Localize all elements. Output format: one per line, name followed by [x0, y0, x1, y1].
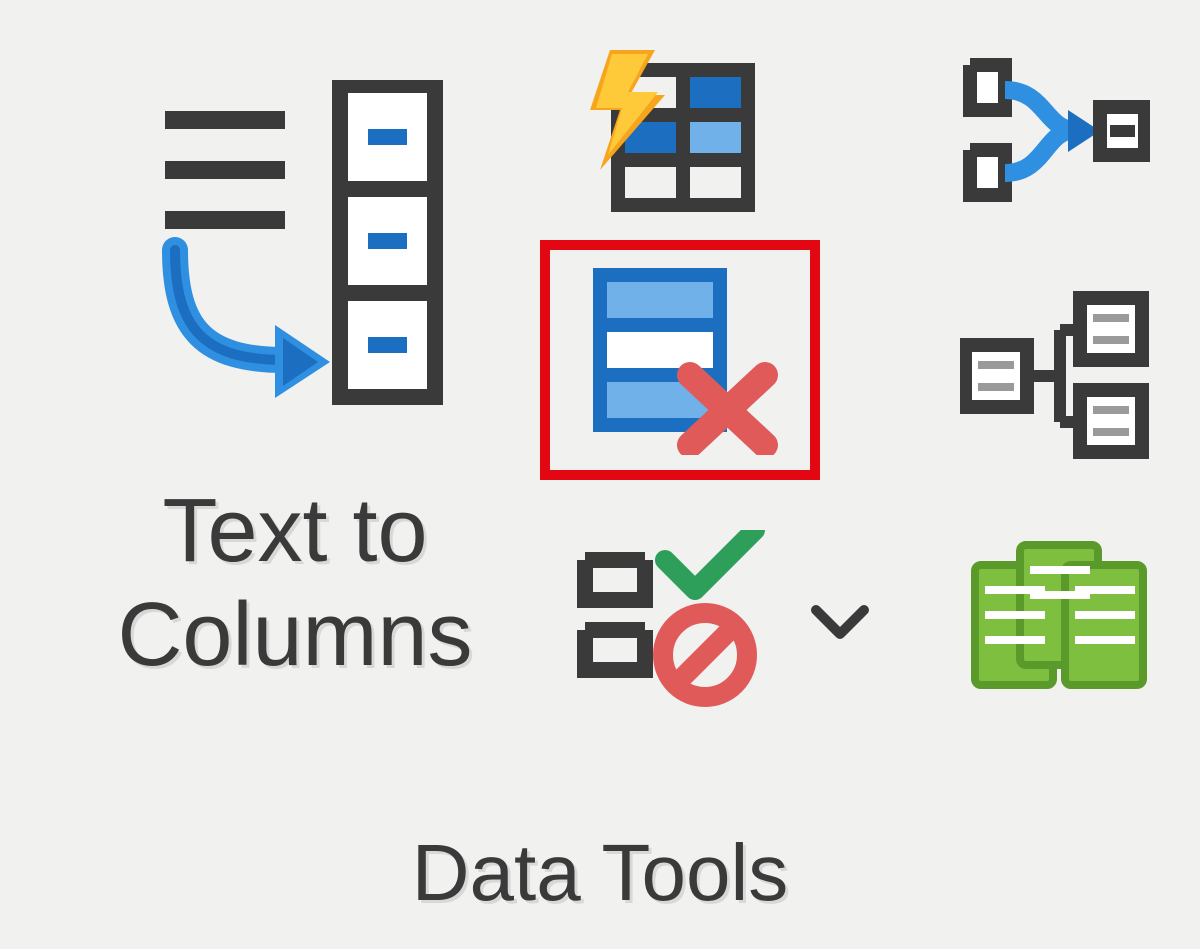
relationships-button[interactable]	[960, 290, 1160, 490]
relationships-icon	[960, 290, 1160, 460]
consolidate-icon	[960, 55, 1160, 215]
text-to-columns-label: Text toColumns	[80, 480, 510, 687]
chevron-down-icon	[810, 632, 870, 649]
manage-data-model-icon	[965, 530, 1165, 705]
flash-fill-icon	[580, 50, 780, 220]
data-tools-ribbon-group: Text toColumns	[0, 0, 1200, 949]
remove-duplicates-icon	[580, 265, 780, 455]
consolidate-button[interactable]	[960, 55, 1160, 255]
flash-fill-button[interactable]	[580, 50, 780, 250]
data-validation-icon	[570, 530, 770, 710]
text-to-columns-button[interactable]: Text toColumns	[80, 60, 510, 730]
data-validation-button[interactable]	[570, 530, 770, 730]
ribbon-group-label: Data Tools	[0, 827, 1200, 919]
manage-data-model-button[interactable]	[965, 530, 1165, 730]
remove-duplicates-button[interactable]	[580, 265, 780, 465]
data-validation-dropdown[interactable]	[810, 600, 870, 650]
